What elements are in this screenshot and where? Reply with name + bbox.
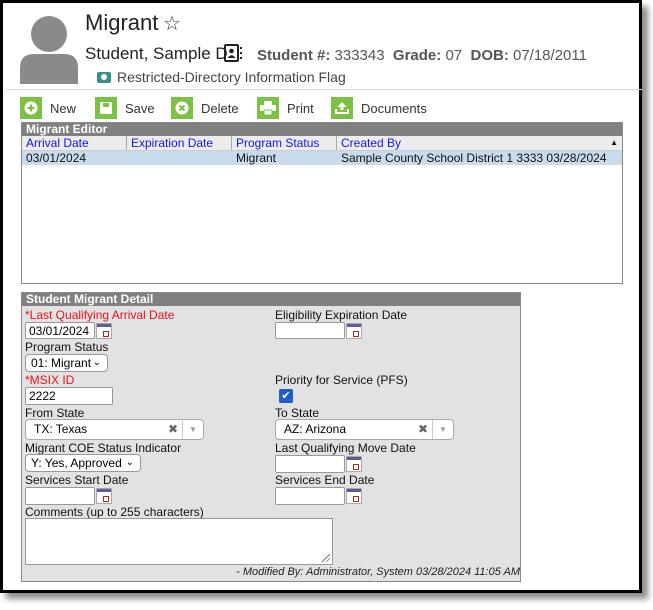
last-arrival-label: *Last Qualifying Arrival Date bbox=[25, 308, 175, 322]
grade-label: Grade: bbox=[392, 47, 442, 64]
migrant-detail-panel: Student Migrant Detail *Last Qualifying … bbox=[21, 292, 521, 582]
restricted-flag[interactable]: Restricted-Directory Information Flag bbox=[97, 69, 346, 85]
to-state-value: AZ: Arizona bbox=[284, 422, 347, 436]
grid-header: Arrival Date Expiration Date Program Sta… bbox=[22, 136, 622, 151]
chevron-down-icon: ⌄ bbox=[92, 357, 101, 368]
from-state-combobox[interactable]: TX: Texas ✖ ▼ bbox=[25, 419, 204, 440]
msix-id-input[interactable]: 2222 bbox=[25, 387, 113, 405]
student-meta: Student #: 333343 Grade: 07 DOB: 07/18/2… bbox=[257, 47, 587, 64]
camera-icon bbox=[97, 72, 111, 83]
column-header-expiration-date[interactable]: Expiration Date bbox=[127, 136, 232, 150]
eligibility-expiration-label: Eligibility Expiration Date bbox=[275, 308, 408, 322]
dropdown-arrow-icon[interactable]: ▼ bbox=[182, 420, 203, 439]
grade: 07 bbox=[445, 47, 463, 64]
created-by-label: Created By bbox=[341, 136, 402, 150]
migrant-detail-title: Student Migrant Detail bbox=[22, 293, 520, 306]
calendar-icon[interactable] bbox=[96, 323, 112, 339]
calendar-icon[interactable] bbox=[346, 456, 362, 472]
calendar-icon[interactable] bbox=[96, 488, 112, 504]
page-title: Migrant bbox=[85, 10, 159, 35]
to-state-combobox[interactable]: AZ: Arizona ✖ ▼ bbox=[275, 419, 454, 440]
cell-expiration-date bbox=[127, 151, 232, 165]
clear-icon[interactable]: ✖ bbox=[418, 420, 428, 439]
services-start-date-input[interactable] bbox=[25, 487, 95, 505]
modified-by-text: - Modified By: Administrator, System 03/… bbox=[236, 566, 520, 578]
migrant-editor-panel: Migrant Editor Arrival Date Expiration D… bbox=[21, 122, 623, 284]
last-move-date-label: Last Qualifying Move Date bbox=[275, 441, 416, 455]
print-button[interactable]: Print bbox=[257, 96, 314, 120]
upload-icon bbox=[331, 97, 353, 119]
dob: 07/18/2011 bbox=[512, 47, 587, 64]
from-state-label: From State bbox=[25, 406, 85, 420]
services-start-label: Services Start Date bbox=[25, 473, 129, 487]
dropdown-arrow-icon[interactable]: ▼ bbox=[432, 420, 453, 439]
contact-card-icon[interactable] bbox=[224, 44, 242, 62]
migrant-editor-title: Migrant Editor bbox=[22, 123, 622, 136]
coe-status-label: Migrant COE Status Indicator bbox=[25, 441, 182, 455]
save-button[interactable]: Save bbox=[95, 96, 155, 120]
save-label: Save bbox=[125, 100, 155, 116]
coe-status-value: Y: Yes, Approved bbox=[31, 456, 122, 470]
pfs-checkbox[interactable]: ✔ bbox=[279, 389, 293, 403]
chevron-down-icon: ⌄ bbox=[125, 457, 134, 468]
student-avatar bbox=[20, 16, 78, 84]
program-status-value: 01: Migrant bbox=[31, 356, 92, 370]
documents-button[interactable]: Documents bbox=[331, 96, 427, 120]
calendar-icon[interactable] bbox=[346, 323, 362, 339]
last-move-date-input[interactable] bbox=[275, 455, 345, 473]
to-state-label: To State bbox=[275, 406, 320, 420]
cell-program-status: Migrant bbox=[236, 151, 277, 165]
program-status-select[interactable]: 01: Migrant ⌄ bbox=[25, 354, 108, 372]
student-name: Student, Sample D bbox=[85, 44, 228, 63]
services-end-label: Services End Date bbox=[275, 473, 375, 487]
column-header-arrival-date[interactable]: Arrival Date bbox=[22, 136, 127, 150]
delete-button[interactable]: Delete bbox=[171, 96, 239, 120]
column-header-created-by[interactable]: Created By ▲ bbox=[337, 136, 622, 150]
cell-created-by: Sample County School District 1 3333 03/… bbox=[341, 151, 607, 165]
msix-label: *MSIX ID bbox=[25, 373, 75, 387]
pfs-label: Priority for Service (PFS) bbox=[275, 373, 408, 387]
student-number-label: Student #: bbox=[257, 47, 331, 64]
dob-label: DOB: bbox=[470, 47, 509, 64]
new-label: New bbox=[50, 100, 77, 116]
print-label: Print bbox=[287, 100, 314, 116]
cell-arrival-date: 03/01/2024 bbox=[26, 151, 87, 165]
comments-textarea[interactable] bbox=[25, 518, 333, 565]
sort-ascending-icon: ▲ bbox=[610, 138, 618, 147]
from-state-value: TX: Texas bbox=[34, 422, 88, 436]
flag-text: Restricted-Directory Information Flag bbox=[117, 69, 346, 85]
column-header-program-status[interactable]: Program Status bbox=[232, 136, 337, 150]
window-frame: Migrant ☆ Student, Sample D Student #: 3… bbox=[0, 0, 642, 593]
resize-grip-icon[interactable] bbox=[320, 552, 330, 562]
x-circle-icon bbox=[171, 97, 193, 119]
comments-label: Comments (up to 255 characters) bbox=[25, 505, 204, 519]
favorite-star-icon[interactable]: ☆ bbox=[163, 11, 181, 36]
new-button[interactable]: New bbox=[20, 96, 76, 120]
printer-icon bbox=[257, 97, 279, 119]
floppy-disk-icon bbox=[95, 97, 117, 119]
program-status-label: Program Status bbox=[25, 340, 109, 354]
table-row[interactable]: 03/01/2024 Migrant Sample County School … bbox=[22, 151, 622, 165]
eligibility-expiration-date-input[interactable] bbox=[275, 322, 345, 339]
student-number: 333343 bbox=[334, 47, 385, 64]
documents-label: Documents bbox=[361, 100, 427, 116]
clear-icon[interactable]: ✖ bbox=[168, 420, 178, 439]
plus-circle-icon bbox=[20, 97, 42, 119]
last-arrival-date-input[interactable]: 03/01/2024 bbox=[25, 322, 95, 339]
calendar-icon[interactable] bbox=[346, 488, 362, 504]
delete-label: Delete bbox=[201, 100, 239, 116]
coe-status-select[interactable]: Y: Yes, Approved ⌄ bbox=[25, 454, 141, 472]
header-divider bbox=[6, 89, 642, 90]
services-end-date-input[interactable] bbox=[275, 487, 345, 505]
